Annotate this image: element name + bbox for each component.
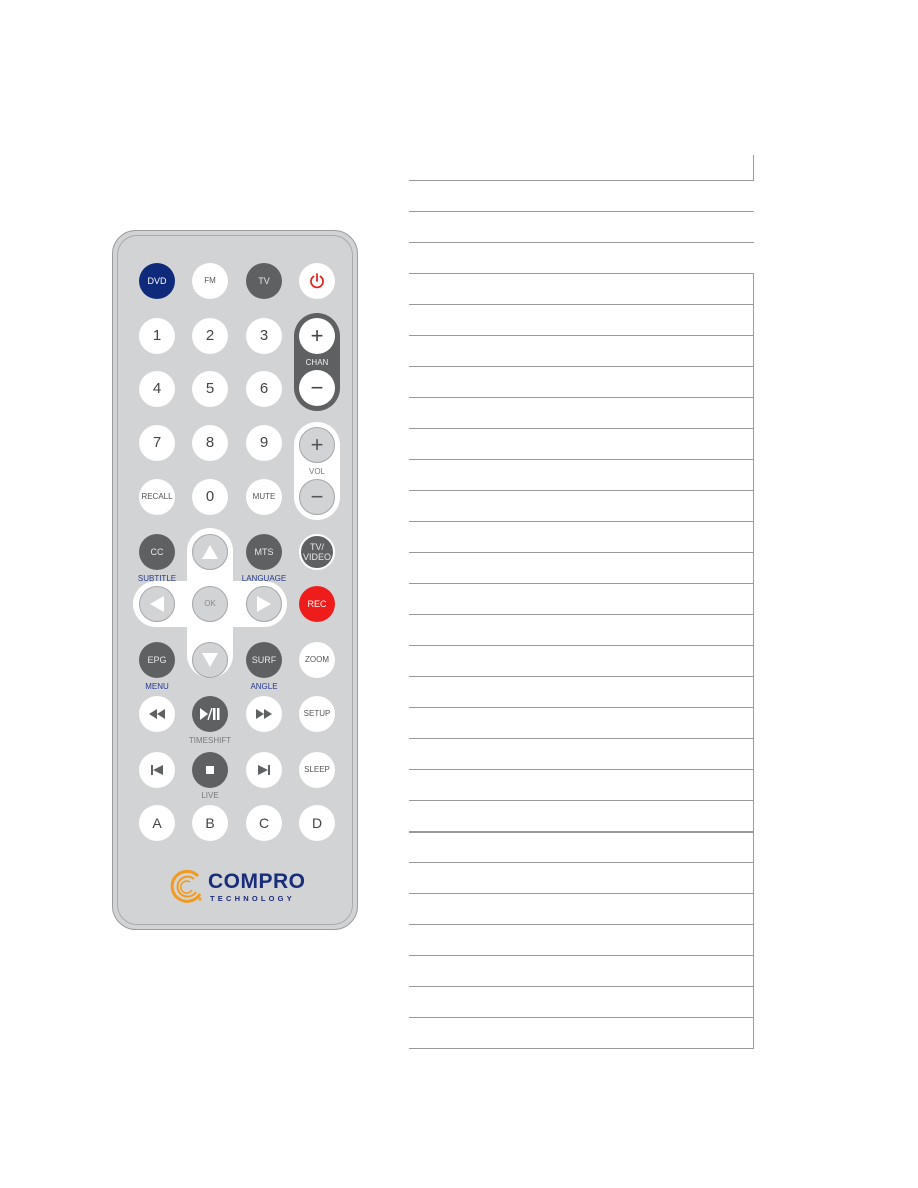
table-row (409, 615, 753, 645)
number-1-button[interactable]: 1 (139, 318, 175, 354)
d-button[interactable]: D (299, 805, 335, 841)
table-row (409, 894, 753, 924)
stop-button[interactable] (192, 752, 228, 788)
number-4-button[interactable]: 4 (139, 371, 175, 407)
language-label: LANGUAGE (241, 574, 287, 583)
up-button[interactable] (192, 534, 228, 570)
table-row (409, 832, 753, 862)
number-3-button[interactable]: 3 (246, 318, 282, 354)
number-0-button[interactable]: 0 (192, 479, 228, 515)
fast-forward-button[interactable] (246, 696, 282, 732)
table-row (409, 1018, 753, 1048)
fm-button[interactable]: FM (192, 263, 228, 299)
c-button[interactable]: C (246, 805, 282, 841)
number-2-button[interactable]: 2 (192, 318, 228, 354)
table-row (409, 367, 753, 397)
table-row-divider (409, 1048, 754, 1049)
play-pause-icon (200, 708, 220, 720)
logo-subtitle: TECHNOLOGY (210, 894, 295, 903)
volume-up-button[interactable]: + (299, 427, 335, 463)
table-row (409, 553, 753, 583)
cc-button[interactable]: CC (139, 534, 175, 570)
arrow-left-icon (150, 596, 164, 612)
table-row (409, 925, 753, 955)
power-button[interactable] (299, 263, 335, 299)
tv-button[interactable]: TV (246, 263, 282, 299)
table-right-border (753, 155, 754, 180)
play-pause-button[interactable] (192, 696, 228, 732)
table-row (409, 801, 753, 831)
channel-up-button[interactable]: + (299, 318, 335, 354)
mts-button[interactable]: MTS (246, 534, 282, 570)
rec-button[interactable]: REC (299, 586, 335, 622)
next-button[interactable] (246, 752, 282, 788)
table-row (409, 212, 753, 242)
table-row (409, 987, 753, 1017)
rewind-icon (149, 709, 165, 719)
table-row (409, 398, 753, 428)
table-row (409, 739, 753, 769)
table-row (409, 491, 753, 521)
table-row (409, 305, 753, 335)
button-description-table (409, 155, 754, 1050)
table-right-border (753, 273, 754, 1049)
left-button[interactable] (139, 586, 175, 622)
number-9-button[interactable]: 9 (246, 425, 282, 461)
vol-label: VOL (308, 467, 325, 476)
logo-wordmark: COMPRO (208, 870, 306, 893)
arrow-down-icon (202, 653, 218, 667)
tv-video-button[interactable]: TV/ VIDEO (299, 534, 335, 570)
number-5-button[interactable]: 5 (192, 371, 228, 407)
compro-logo: COMPRO TECHNOLOGY (168, 868, 318, 908)
a-button[interactable]: A (139, 805, 175, 841)
table-row (409, 708, 753, 738)
number-6-button[interactable]: 6 (246, 371, 282, 407)
zoom-button[interactable]: ZOOM (299, 642, 335, 678)
table-row (409, 646, 753, 676)
table-row (409, 863, 753, 893)
recall-button[interactable]: RECALL (139, 479, 175, 515)
table-row (409, 770, 753, 800)
right-button[interactable] (246, 586, 282, 622)
table-row (409, 956, 753, 986)
menu-label: MENU (145, 682, 169, 691)
skip-back-icon (151, 765, 163, 775)
epg-button[interactable]: EPG (139, 642, 175, 678)
skip-forward-icon (258, 765, 270, 775)
table-row (409, 584, 753, 614)
swirl-logo-icon (170, 869, 202, 903)
stop-icon (206, 766, 214, 774)
table-row (409, 429, 753, 459)
table-row (409, 336, 753, 366)
down-button[interactable] (192, 642, 228, 678)
table-row (409, 460, 753, 490)
arrow-right-icon (257, 596, 271, 612)
power-icon (310, 273, 324, 289)
dvd-button[interactable]: DVD (139, 263, 175, 299)
rewind-button[interactable] (139, 696, 175, 732)
volume-down-button[interactable]: − (299, 479, 335, 515)
ok-button[interactable]: OK (192, 586, 228, 622)
table-row (409, 243, 753, 273)
previous-button[interactable] (139, 752, 175, 788)
table-row (409, 181, 753, 211)
live-label: LIVE (201, 791, 219, 800)
timeshift-label: TIMESHIFT (188, 736, 232, 745)
number-8-button[interactable]: 8 (192, 425, 228, 461)
mute-button[interactable]: MUTE (246, 479, 282, 515)
channel-down-button[interactable]: − (299, 370, 335, 406)
sleep-button[interactable]: SLEEP (299, 752, 335, 788)
b-button[interactable]: B (192, 805, 228, 841)
table-row (409, 677, 753, 707)
angle-label: ANGLE (250, 682, 278, 691)
subtitle-label: SUBTITLE (137, 574, 177, 583)
number-7-button[interactable]: 7 (139, 425, 175, 461)
chan-label: CHAN (305, 358, 329, 367)
fast-forward-icon (256, 709, 272, 719)
table-row (409, 274, 753, 304)
setup-button[interactable]: SETUP (299, 696, 335, 732)
surf-button[interactable]: SURF (246, 642, 282, 678)
arrow-up-icon (202, 545, 218, 559)
table-row (409, 522, 753, 552)
